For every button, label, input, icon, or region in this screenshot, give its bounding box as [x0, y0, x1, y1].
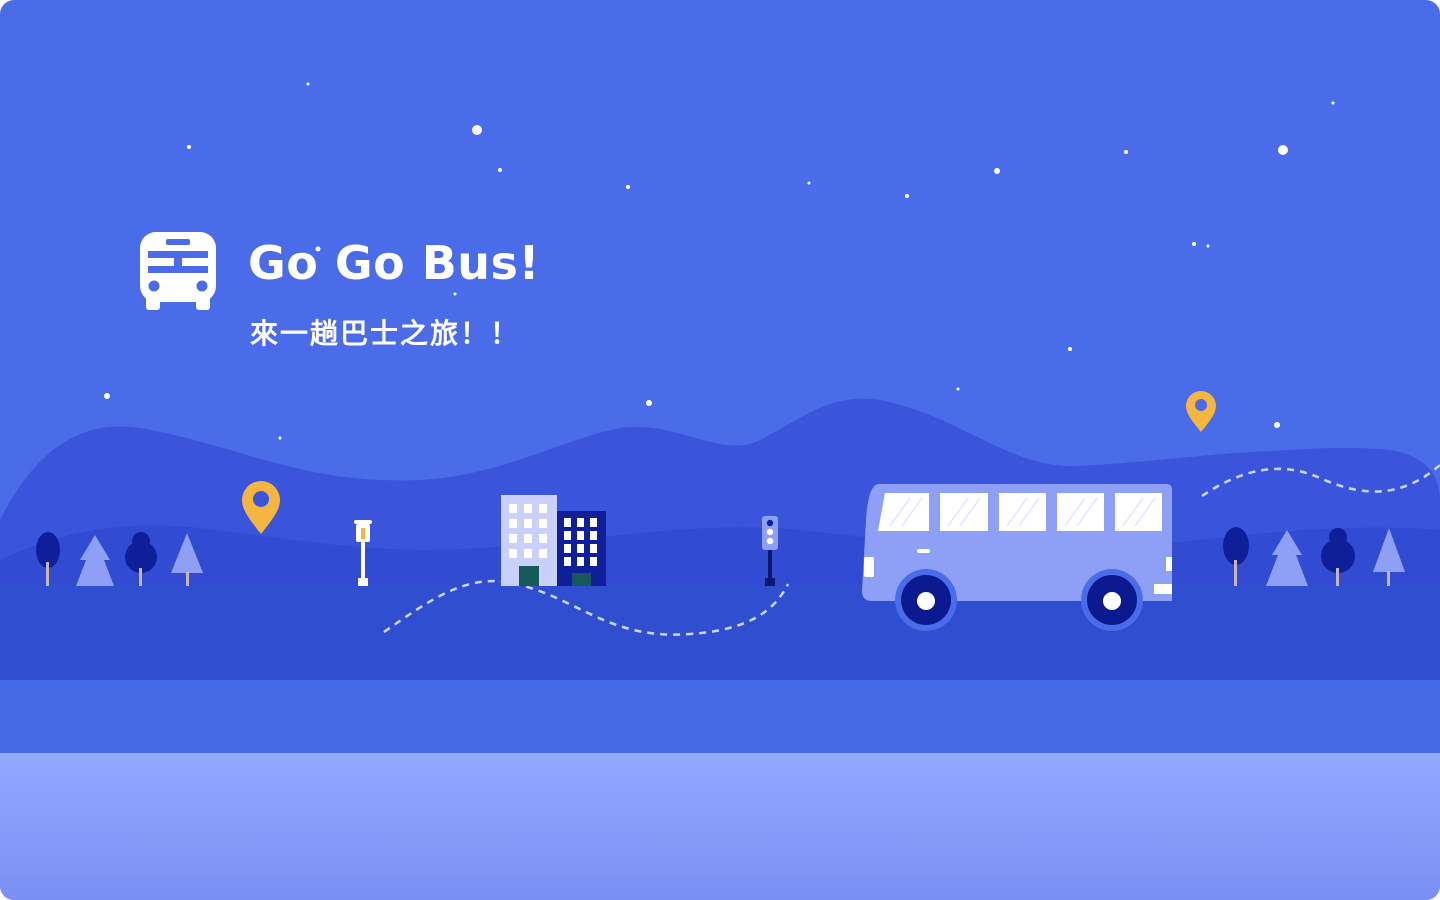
splash-screen: Go Go Bus! 來一趟巴士之旅！！ — [0, 0, 1440, 900]
road-shoulder — [0, 680, 1440, 754]
app-title: Go Go Bus! — [248, 236, 540, 290]
app-subtitle: 來一趟巴士之旅！！ — [250, 317, 521, 350]
bus-front-icon — [140, 232, 216, 310]
road — [0, 585, 1440, 681]
illustration-scene — [0, 0, 1440, 900]
foreground-ground — [0, 753, 1440, 900]
brand-header: Go Go Bus! 來一趟巴士之旅！！ — [138, 228, 658, 368]
